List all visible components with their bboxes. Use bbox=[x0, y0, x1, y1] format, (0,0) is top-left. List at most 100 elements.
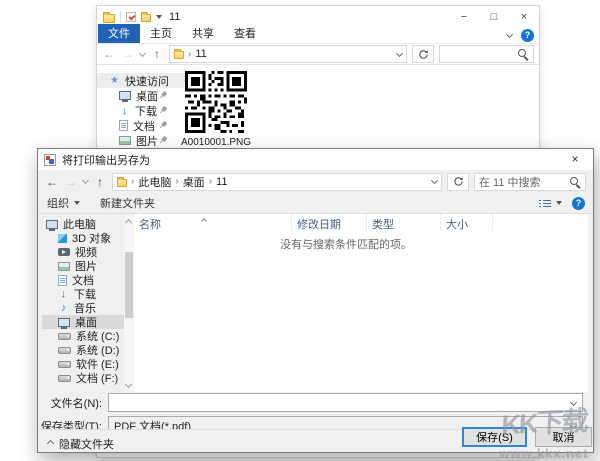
search-box[interactable]: 在 11 中搜索 bbox=[474, 172, 586, 191]
pc-icon bbox=[58, 317, 70, 329]
view-mode-button[interactable] bbox=[539, 197, 562, 209]
breadcrumb-item[interactable]: 11 bbox=[216, 176, 227, 188]
refresh-button[interactable] bbox=[412, 45, 434, 63]
pin-icon bbox=[157, 119, 169, 131]
back-button[interactable]: ← bbox=[102, 47, 116, 61]
sidebar-item[interactable]: 此电脑 bbox=[42, 217, 124, 231]
cancel-button[interactable]: 取消 bbox=[535, 427, 592, 447]
scroll-thumb[interactable] bbox=[125, 252, 133, 318]
search-placeholder: 在 11 中搜索 bbox=[479, 176, 541, 189]
sidebar-item-quick-access[interactable]: ★ 快速访问 bbox=[97, 73, 185, 88]
qat-new-folder-icon[interactable] bbox=[141, 12, 151, 22]
ribbon-collapse-icon[interactable] bbox=[505, 30, 514, 39]
sidebar-item[interactable]: 系统 (C:) bbox=[42, 329, 124, 343]
qr-code-image bbox=[185, 71, 247, 133]
column-header[interactable]: 类型 bbox=[367, 214, 441, 231]
search-box[interactable] bbox=[439, 45, 534, 63]
window-title: 11 bbox=[169, 11, 181, 23]
qat-properties-icon[interactable] bbox=[126, 12, 136, 22]
forward-button[interactable]: → bbox=[121, 47, 135, 61]
pc-icon bbox=[119, 91, 131, 102]
file-list-pane[interactable]: 名称 修改日期 类型 大小 没有与搜索条件匹配的项。 bbox=[134, 214, 588, 392]
up-button[interactable]: ↑ bbox=[93, 175, 107, 189]
sidebar-item[interactable]: 视频 bbox=[42, 245, 124, 259]
sidebar-item[interactable]: 文档 (F:) bbox=[42, 371, 124, 385]
file-name-label[interactable]: A0010001.PNG bbox=[153, 137, 279, 148]
minimize-button[interactable]: − bbox=[449, 6, 479, 28]
refresh-icon bbox=[453, 177, 463, 186]
address-bar[interactable]: › 11 bbox=[169, 45, 407, 63]
sidebar-item[interactable]: 文档 bbox=[42, 273, 124, 287]
pc-icon bbox=[46, 219, 58, 231]
label: 文档 bbox=[133, 120, 155, 133]
crumb-separator: › bbox=[208, 176, 213, 187]
ribbon-tab[interactable]: 文件 bbox=[98, 24, 140, 43]
empty-message: 没有与搜索条件匹配的项。 bbox=[280, 239, 412, 251]
crumb-separator: › bbox=[131, 176, 135, 187]
back-button[interactable]: ← bbox=[45, 175, 59, 189]
history-dropdown-icon[interactable] bbox=[138, 49, 147, 57]
label: 文档 (F:) bbox=[76, 373, 119, 385]
close-button[interactable]: × bbox=[509, 6, 539, 28]
breadcrumb-item[interactable]: 桌面 bbox=[183, 174, 205, 190]
breadcrumb-item[interactable]: 此电脑 bbox=[138, 174, 171, 190]
ribbon-tab[interactable]: 查看 bbox=[224, 24, 266, 43]
scroll-down-icon[interactable] bbox=[124, 380, 133, 389]
filename-input[interactable] bbox=[109, 394, 582, 411]
maximize-button[interactable]: □ bbox=[479, 6, 509, 28]
dialog-titlebar: 将打印输出另存为 × bbox=[38, 149, 593, 170]
drive-icon bbox=[58, 332, 71, 340]
column-header[interactable]: 修改日期 bbox=[292, 214, 367, 231]
help-icon[interactable]: ? bbox=[572, 196, 585, 210]
scroll-up-icon[interactable] bbox=[124, 218, 133, 227]
drive-icon bbox=[58, 346, 71, 354]
dropdown-icon bbox=[74, 201, 80, 205]
ribbon-tab[interactable]: 主页 bbox=[140, 24, 182, 43]
breadcrumb[interactable]: 11 bbox=[195, 48, 206, 60]
forward-button[interactable]: → bbox=[64, 175, 78, 189]
sidebar-item[interactable]: 桌面 bbox=[97, 88, 185, 103]
document-icon bbox=[119, 120, 128, 131]
organize-button[interactable]: 组织 bbox=[47, 195, 80, 211]
search-icon bbox=[517, 48, 529, 60]
sidebar-item[interactable]: ↓ 下载 bbox=[97, 103, 185, 118]
refresh-icon bbox=[418, 49, 428, 59]
label: 隐藏文件夹 bbox=[59, 439, 114, 451]
explorer-navbar: ← → ↑ › 11 bbox=[97, 43, 539, 65]
sidebar-item[interactable]: ♪ 音乐 bbox=[42, 301, 124, 316]
download-icon: ↓ bbox=[60, 288, 67, 300]
filename-combobox[interactable] bbox=[108, 393, 583, 412]
sidebar-item[interactable]: 系统 (D:) bbox=[42, 343, 124, 357]
refresh-button[interactable] bbox=[447, 172, 469, 191]
help-icon[interactable]: ? bbox=[521, 29, 534, 42]
dialog-close-button[interactable]: × bbox=[557, 149, 593, 170]
video-icon bbox=[58, 248, 70, 256]
label: 快速访问 bbox=[125, 75, 169, 88]
column-header[interactable]: 大小 bbox=[441, 214, 493, 231]
new-folder-button[interactable]: 新建文件夹 bbox=[100, 195, 155, 211]
ribbon-tab[interactable]: 共享 bbox=[182, 24, 224, 43]
sidebar-scrollbar[interactable] bbox=[124, 214, 134, 392]
address-bar[interactable]: › 此电脑 › 桌面 › 11 bbox=[112, 172, 442, 191]
file-thumbnail[interactable] bbox=[185, 71, 247, 133]
column-header[interactable]: 名称 bbox=[134, 214, 292, 231]
sidebar-item[interactable]: 3D 对象 bbox=[42, 231, 124, 245]
address-dropdown-icon[interactable] bbox=[395, 49, 404, 57]
address-dropdown-icon[interactable] bbox=[430, 176, 439, 185]
dialog-app-icon bbox=[44, 153, 56, 166]
document-icon bbox=[58, 274, 67, 286]
up-button[interactable]: ↑ bbox=[150, 47, 164, 61]
sidebar-item[interactable]: 软件 (E:) bbox=[42, 357, 124, 371]
history-dropdown-icon[interactable] bbox=[81, 176, 90, 185]
save-button[interactable]: 保存(S) bbox=[462, 427, 527, 447]
hide-folders-button[interactable]: 隐藏文件夹 bbox=[46, 436, 114, 452]
sidebar-item[interactable]: 文档 bbox=[97, 118, 185, 133]
download-icon: ↓ bbox=[121, 104, 128, 117]
qat-customize-icon[interactable] bbox=[156, 15, 162, 19]
sidebar-item[interactable]: 桌面 bbox=[42, 315, 124, 329]
sidebar-item[interactable]: ↓ 下载 bbox=[42, 287, 124, 302]
drive-icon bbox=[58, 374, 71, 382]
label: 组织 bbox=[47, 198, 69, 210]
label: 桌面 bbox=[136, 90, 158, 103]
sidebar-item[interactable]: 图片 bbox=[42, 259, 124, 273]
